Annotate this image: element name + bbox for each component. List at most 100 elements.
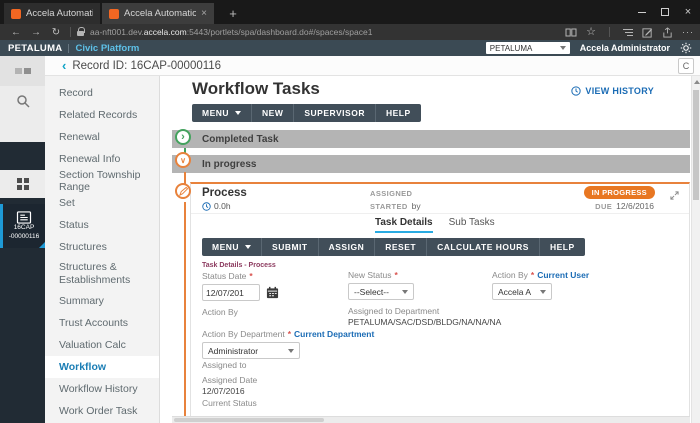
maximize-icon bbox=[661, 8, 669, 16]
agency-select[interactable]: PETALUMA bbox=[486, 42, 570, 54]
divider bbox=[609, 27, 610, 37]
sidebar-item-structures-establishments[interactable]: Structures & Establishments bbox=[45, 258, 159, 290]
vertical-scrollbar[interactable] bbox=[691, 76, 700, 423]
accordion-row-in-progress[interactable]: In progress bbox=[172, 155, 690, 173]
status-date-field: Task Details - Process Status Date* bbox=[202, 262, 281, 301]
sidebar-item-section-township-range[interactable]: Section Township Range bbox=[45, 170, 159, 192]
sidebar-item-workflow[interactable]: Workflow bbox=[45, 356, 159, 378]
sidebar-item-set[interactable]: Set bbox=[45, 192, 159, 214]
sidebar-item-renewal-info[interactable]: Renewal Info bbox=[45, 148, 159, 170]
assign-button[interactable]: ASSIGN bbox=[319, 238, 376, 256]
content-refresh-button[interactable]: C bbox=[678, 58, 694, 74]
select-value: --Select-- bbox=[354, 287, 389, 297]
chevron-down-icon bbox=[235, 111, 241, 115]
sidebar-item-summary[interactable]: Summary bbox=[45, 290, 159, 312]
supervisor-button[interactable]: SUPERVISOR bbox=[294, 104, 376, 122]
action-by-department-field: Action By Department*Current Department … bbox=[202, 329, 374, 359]
assigned-date-value: 12/07/2016 bbox=[202, 386, 257, 396]
sidebar-item-workflow-history[interactable]: Workflow History bbox=[45, 378, 159, 400]
favorites-star-icon[interactable]: ☆ bbox=[586, 27, 596, 38]
refresh-button[interactable]: ↻ bbox=[46, 27, 66, 38]
task-menu-button[interactable]: MENU bbox=[202, 238, 262, 256]
help-button[interactable]: HELP bbox=[376, 104, 421, 122]
app-header-right: PETALUMA Accela Administrator bbox=[486, 42, 692, 54]
field-label: New Status bbox=[348, 270, 391, 280]
rail-record-card[interactable]: 16CAP-00000116 bbox=[0, 204, 45, 248]
view-history-link[interactable]: VIEW HISTORY bbox=[571, 86, 654, 96]
minimize-button[interactable] bbox=[630, 0, 654, 24]
task-inprogress-circle[interactable]: ∨ bbox=[175, 152, 191, 168]
search-button[interactable] bbox=[0, 86, 45, 116]
sidebar-item-valuation-calc[interactable]: Valuation Calc bbox=[45, 334, 159, 356]
address-url[interactable]: aa-nft001.dev.accela.com:5443/portlets/s… bbox=[90, 27, 557, 37]
url-prefix: aa-nft001.dev. bbox=[90, 27, 144, 37]
launchpad-button[interactable] bbox=[0, 56, 45, 86]
browser-window: Accela Automation® Accela Automation® × … bbox=[0, 0, 700, 423]
submit-button[interactable]: SUBMIT bbox=[262, 238, 319, 256]
current-status-field: Current Status bbox=[202, 398, 257, 411]
reading-view-icon[interactable] bbox=[565, 28, 577, 37]
search-icon bbox=[16, 94, 30, 108]
back-button[interactable]: ← bbox=[6, 27, 26, 38]
sidebar-item-status[interactable]: Status bbox=[45, 214, 159, 236]
back-chevron-icon[interactable]: ‹ bbox=[62, 58, 66, 73]
scroll-up-arrow[interactable] bbox=[694, 80, 700, 84]
current-user-link[interactable]: Current User bbox=[537, 270, 589, 280]
tab-title: Accela Automation® bbox=[124, 8, 196, 19]
task-completed-circle[interactable]: › bbox=[175, 129, 191, 145]
browser-tab-background[interactable]: Accela Automation® bbox=[4, 3, 100, 24]
browser-tab-active[interactable]: Accela Automation® × bbox=[102, 3, 214, 24]
maximize-button[interactable] bbox=[653, 0, 677, 24]
sidebar-item-trust-accounts[interactable]: Trust Accounts bbox=[45, 312, 159, 334]
accordion-row-completed-task[interactable]: Completed Task bbox=[172, 130, 690, 148]
task-help-button[interactable]: HELP bbox=[540, 238, 585, 256]
tab-strip: Accela Automation® Accela Automation® × … bbox=[0, 0, 700, 24]
field-label: Assigned Date bbox=[202, 375, 257, 385]
chevron-down-icon bbox=[560, 46, 566, 50]
tab-task-details[interactable]: Task Details bbox=[375, 217, 433, 233]
sidebar-item-renewal[interactable]: Renewal bbox=[45, 126, 159, 148]
apps-button[interactable] bbox=[0, 170, 45, 198]
sidebar-item-structures[interactable]: Structures bbox=[45, 236, 159, 258]
icon-rail: 16CAP-00000116 bbox=[0, 56, 45, 423]
menu-button[interactable]: MENU bbox=[192, 104, 252, 122]
tab-sub-tasks[interactable]: Sub Tasks bbox=[449, 217, 495, 233]
action-by-department-select[interactable]: Administrator bbox=[202, 342, 300, 359]
more-icon[interactable]: ··· bbox=[682, 27, 694, 37]
clock-icon bbox=[571, 86, 581, 96]
close-button[interactable]: × bbox=[676, 0, 700, 24]
action-by-select[interactable]: Accela A bbox=[492, 283, 552, 300]
gear-icon[interactable] bbox=[680, 42, 692, 54]
expand-button[interactable] bbox=[670, 187, 679, 205]
url-domain: accela.com bbox=[144, 27, 187, 37]
reset-button[interactable]: RESET bbox=[375, 238, 427, 256]
status-badge: IN PROGRESS bbox=[584, 186, 655, 199]
chevron-down-icon bbox=[402, 290, 408, 294]
scrollbar-thumb[interactable] bbox=[174, 418, 324, 422]
hub-icon[interactable] bbox=[623, 29, 633, 36]
page-title: Workflow Tasks bbox=[192, 79, 320, 99]
web-note-icon[interactable] bbox=[642, 27, 653, 38]
sidebar-item-related-records[interactable]: Related Records bbox=[45, 104, 159, 126]
new-status-select[interactable]: --Select-- bbox=[348, 283, 414, 300]
field-label: Status Date bbox=[202, 271, 246, 281]
sidebar-item-record[interactable]: Record bbox=[45, 82, 159, 104]
accela-favicon bbox=[109, 9, 119, 19]
task-edit-circle[interactable] bbox=[175, 183, 191, 199]
sidebar-nav: Record Related Records Renewal Renewal I… bbox=[45, 76, 160, 423]
share-icon[interactable] bbox=[662, 27, 673, 38]
forward-button[interactable]: → bbox=[26, 27, 46, 38]
chevron-down-icon bbox=[540, 290, 546, 294]
calculate-hours-button[interactable]: CALCULATE HOURS bbox=[427, 238, 540, 256]
horizontal-scrollbar[interactable] bbox=[172, 416, 690, 423]
action-by-department-label: Action By Department*Current Department bbox=[202, 329, 374, 339]
sidebar-item-work-order-task[interactable]: Work Order Task bbox=[45, 400, 159, 422]
product-name[interactable]: Civic Platform bbox=[75, 43, 139, 54]
tab-close-icon[interactable]: × bbox=[196, 8, 207, 19]
status-date-input[interactable] bbox=[202, 284, 260, 301]
new-tab-button[interactable]: + bbox=[222, 3, 244, 24]
new-button[interactable]: NEW bbox=[252, 104, 294, 122]
calendar-button[interactable] bbox=[264, 284, 281, 301]
scrollbar-thumb[interactable] bbox=[693, 90, 699, 200]
current-department-link[interactable]: Current Department bbox=[294, 329, 374, 339]
